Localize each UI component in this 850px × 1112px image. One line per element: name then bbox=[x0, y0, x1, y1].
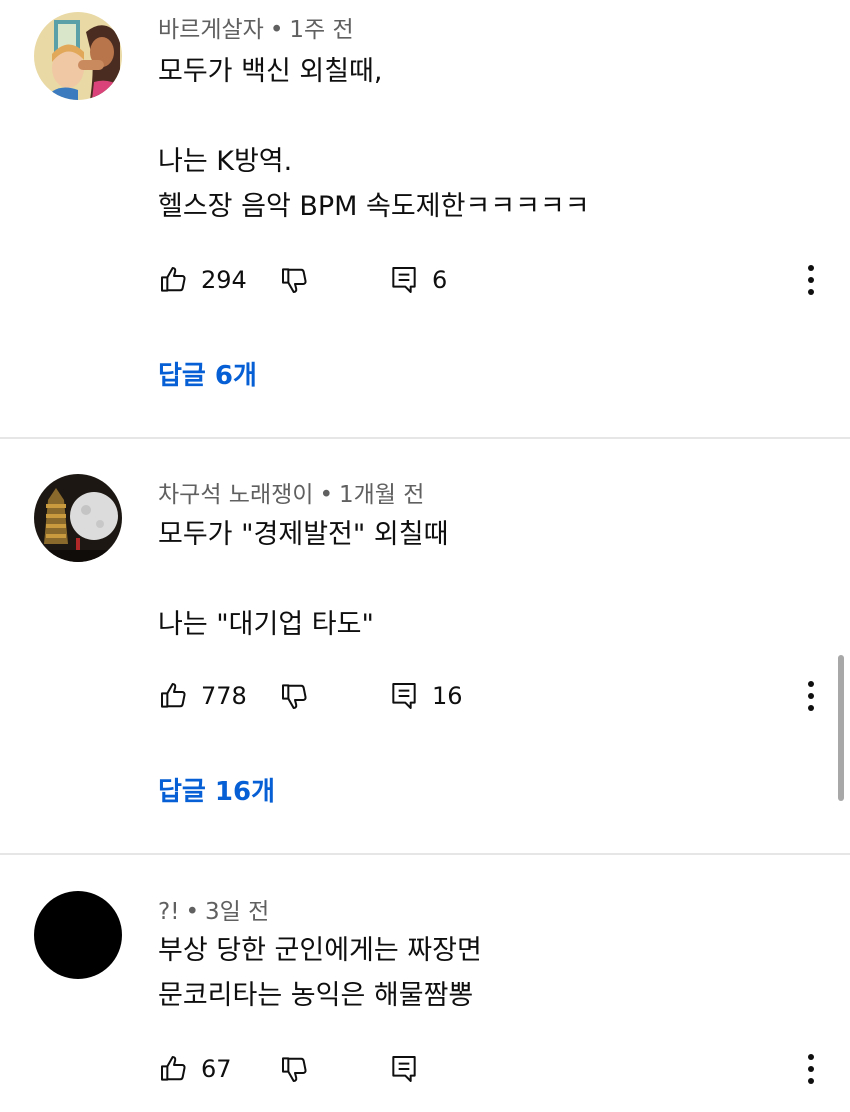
thumbs-down-icon[interactable] bbox=[279, 680, 311, 712]
thumbs-up-icon[interactable] bbox=[158, 680, 190, 712]
view-replies-button[interactable]: 답글 16개 bbox=[158, 771, 275, 808]
like-count: 67 bbox=[201, 1055, 232, 1083]
comment-actions: 294 6 bbox=[0, 262, 850, 302]
like-count: 778 bbox=[201, 682, 247, 710]
avatar[interactable] bbox=[34, 474, 122, 562]
meta-separator: • bbox=[185, 899, 200, 925]
comment-meta: ?! • 3일 전 bbox=[158, 892, 269, 926]
thumbs-down-icon[interactable] bbox=[279, 264, 311, 296]
reply-count: 6 bbox=[432, 266, 448, 294]
comment-time[interactable]: 3일 전 bbox=[205, 899, 269, 925]
view-replies-button[interactable]: 답글 6개 bbox=[158, 355, 257, 392]
meta-separator: • bbox=[319, 482, 334, 508]
comment-icon[interactable] bbox=[388, 264, 420, 296]
thumbs-up-icon[interactable] bbox=[158, 1053, 190, 1085]
comment-icon[interactable] bbox=[388, 680, 420, 712]
comment-actions: 67 bbox=[0, 1051, 850, 1091]
author-name[interactable]: ?! bbox=[158, 899, 179, 925]
divider bbox=[0, 437, 850, 439]
divider bbox=[0, 853, 850, 855]
thumbs-up-icon[interactable] bbox=[158, 264, 190, 296]
more-vertical-icon[interactable] bbox=[796, 262, 826, 298]
avatar[interactable] bbox=[34, 891, 122, 979]
reply-count: 16 bbox=[432, 682, 463, 710]
like-count: 294 bbox=[201, 266, 247, 294]
comment-actions: 778 16 bbox=[0, 678, 850, 718]
comment-text: 부상 당한 군인에게는 짜장면 문코리타는 농익은 해물짬뽕 bbox=[158, 935, 482, 1011]
avatar-night-scene-image bbox=[34, 474, 122, 562]
comment-meta: 차구석 노래쟁이 • 1개월 전 bbox=[158, 475, 424, 509]
author-name[interactable]: 차구석 노래쟁이 bbox=[158, 482, 313, 508]
comment-time[interactable]: 1개월 전 bbox=[339, 482, 424, 508]
comment-text: 모두가 "경제발전" 외칠때 나는 "대기업 타도" bbox=[158, 519, 449, 640]
comment-meta: 바르게살자 • 1주 전 bbox=[158, 10, 354, 44]
comment-icon[interactable] bbox=[388, 1053, 420, 1085]
avatar-illustration-image bbox=[34, 12, 122, 100]
thumbs-down-icon[interactable] bbox=[279, 1053, 311, 1085]
avatar[interactable] bbox=[34, 12, 122, 100]
more-vertical-icon[interactable] bbox=[796, 1051, 826, 1087]
more-vertical-icon[interactable] bbox=[796, 678, 826, 714]
author-name[interactable]: 바르게살자 bbox=[158, 17, 264, 43]
meta-separator: • bbox=[269, 17, 284, 43]
comment-time[interactable]: 1주 전 bbox=[289, 17, 353, 43]
comment-text: 모두가 백신 외칠때, 나는 K방역. 헬스장 음악 BPM 속도제한ㅋㅋㅋㅋㅋ bbox=[158, 56, 590, 222]
scrollbar-thumb[interactable] bbox=[838, 655, 844, 801]
